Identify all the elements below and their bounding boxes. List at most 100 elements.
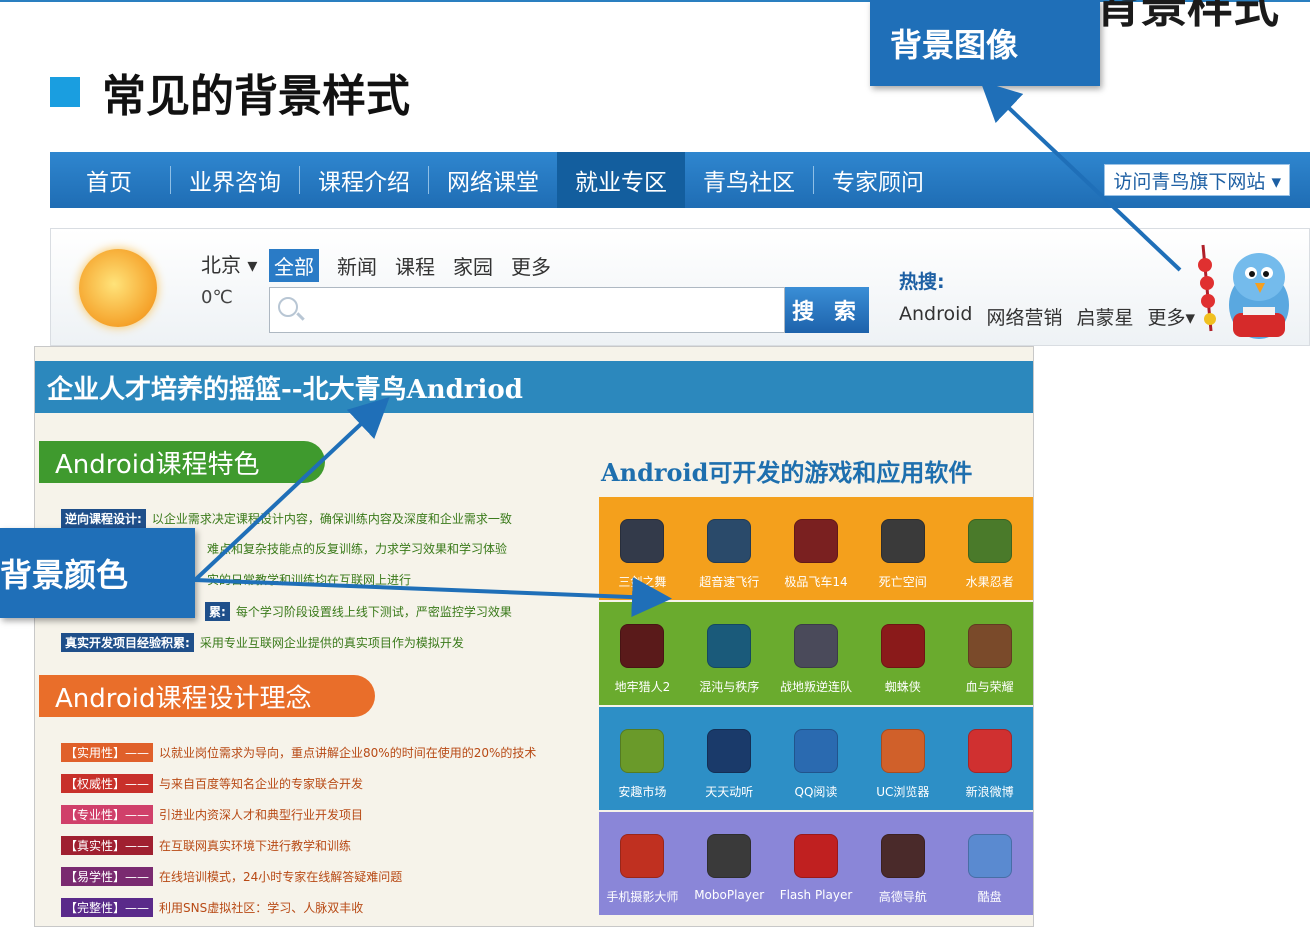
search-tab-news[interactable]: 新闻: [337, 251, 377, 280]
app-name: UC浏览器: [876, 785, 930, 799]
idea-text: 在互联网真实环境下进行教学和训练: [159, 839, 352, 853]
search-input[interactable]: [269, 287, 785, 333]
app-tile[interactable]: 地牢猎人2: [599, 602, 686, 705]
app-icon: [967, 624, 1012, 668]
nav-item-experts[interactable]: 专家顾问: [814, 152, 942, 208]
nav-item-label: 就业专区: [575, 170, 667, 196]
nav-item-employment[interactable]: 就业专区: [557, 152, 685, 208]
idea-text: 以就业岗位需求为导向，重点讲解企业80%的时间在使用的20%的技术: [159, 746, 537, 760]
callout-background-color: 背景颜色: [0, 528, 195, 618]
app-name: 手机摄影大师: [606, 890, 679, 904]
search-button[interactable]: 搜 索: [785, 287, 869, 333]
search-tab-more[interactable]: 更多: [511, 251, 551, 280]
hot-link[interactable]: 启蒙星: [1076, 303, 1133, 330]
app-name: 死亡空间: [878, 575, 927, 589]
nav-item-label: 网络课堂: [447, 170, 539, 196]
idea-text: 引进业内资深人才和典型行业开发项目: [159, 808, 364, 822]
app-name: 血与荣耀: [965, 680, 1014, 694]
app-tile[interactable]: 死亡空间: [859, 497, 946, 600]
app-icon: [707, 834, 752, 878]
temperature: 0℃: [201, 287, 233, 308]
features-heading: Android课程特色: [39, 441, 325, 483]
sun-weather-icon: [79, 249, 157, 327]
app-row: 手机摄影大师 MoboPlayer Flash Player 高德导航 酷盘: [599, 812, 1033, 915]
apps-title: Android可开发的游戏和应用软件: [601, 458, 973, 487]
app-tile[interactable]: 水果忍者: [946, 497, 1033, 600]
app-tile[interactable]: Flash Player: [773, 812, 860, 915]
app-tile[interactable]: 新浪微博: [946, 707, 1033, 810]
corner-title: 背景样式: [1095, 0, 1279, 33]
app-name: 蜘蛛侠: [884, 680, 921, 694]
nav-item-industry[interactable]: 业界咨询: [171, 152, 299, 208]
app-icon: [620, 519, 665, 563]
app-tile[interactable]: 战地叛逆连队: [773, 602, 860, 705]
feature-label: 累:: [205, 602, 230, 621]
feature-item: 难点和复杂技能点的反复训练，力求学习效果和学习体验: [207, 540, 507, 557]
app-tile[interactable]: 混沌与秩序: [686, 602, 773, 705]
idea-label: 【实用性】——: [61, 743, 154, 762]
nav-item-courses[interactable]: 课程介绍: [300, 152, 428, 208]
nav-item-online-class[interactable]: 网络课堂: [429, 152, 557, 208]
app-name: Flash Player: [779, 888, 853, 902]
app-icon: [620, 834, 665, 878]
app-name: MoboPlayer: [694, 888, 765, 902]
idea-item: 【权威性】—— 与来自百度等知名企业的专家联合开发: [61, 774, 363, 793]
app-tile[interactable]: 蜘蛛侠: [859, 602, 946, 705]
app-name: 超音速飞行: [699, 575, 760, 589]
feature-item: 逆向课程设计: 以企业需求决定课程设计内容，确保训练内容及深度和企业需求一致: [61, 509, 512, 528]
app-name: 三剑之舞: [618, 575, 667, 589]
apps-grid: 三剑之舞 超音速飞行 极品飞车14 死亡空间 水果忍者地牢猎人2 混沌与秩序 战地叛逆连队 蜘…: [599, 497, 1033, 917]
hot-search-label: 热搜:: [899, 271, 945, 293]
visit-sites-dropdown[interactable]: 访问青鸟旗下网站 ▾: [1104, 164, 1290, 196]
app-tile[interactable]: MoboPlayer: [686, 812, 773, 915]
hot-link[interactable]: 网络营销: [986, 303, 1062, 330]
feature-item: 真实开发项目经验积累: 采用专业互联网企业提供的真实项目作为模拟开发: [61, 633, 464, 652]
nav-item-label: 青鸟社区: [703, 170, 795, 196]
feature-text: 以企业需求决定课程设计内容，确保训练内容及深度和企业需求一致: [151, 512, 512, 526]
feature-text: 实的日常教学和训练均在互联网上进行: [207, 573, 412, 587]
app-tile[interactable]: 超音速飞行: [686, 497, 773, 600]
app-name: 水果忍者: [965, 575, 1014, 589]
app-tile[interactable]: 三剑之舞: [599, 497, 686, 600]
feature-item: 累: 每个学习阶段设置线上线下测试，严密监控学习效果: [205, 602, 512, 621]
feature-text: 难点和复杂技能点的反复训练，力求学习效果和学习体验: [207, 542, 508, 556]
idea-text: 在线培训模式，24小时专家在线解答疑难问题: [159, 870, 403, 884]
nav-item-home[interactable]: 首页: [50, 152, 170, 208]
app-tile[interactable]: QQ阅读: [773, 707, 860, 810]
app-tile[interactable]: 高德导航: [859, 812, 946, 915]
app-icon: [880, 519, 925, 563]
app-tile[interactable]: 天天动听: [686, 707, 773, 810]
app-name: 地牢猎人2: [614, 680, 671, 694]
city-selector[interactable]: 北京 ▾: [201, 249, 257, 278]
search-tab-courses[interactable]: 课程: [395, 251, 435, 280]
app-icon: [880, 624, 925, 668]
feature-label: 逆向课程设计:: [61, 509, 146, 528]
app-tile[interactable]: 血与荣耀: [946, 602, 1033, 705]
app-icon: [793, 519, 838, 563]
search-icon: [278, 297, 298, 317]
app-icon: [620, 729, 665, 773]
app-icon: [707, 519, 752, 563]
app-name: 战地叛逆连队: [779, 680, 852, 694]
app-tile[interactable]: 极品飞车14: [773, 497, 860, 600]
app-icon: [793, 624, 838, 668]
app-row: 三剑之舞 超音速飞行 极品飞车14 死亡空间 水果忍者: [599, 497, 1033, 600]
idea-item: 【易学性】—— 在线培训模式，24小时专家在线解答疑难问题: [61, 867, 402, 886]
nav-item-label: 首页: [86, 170, 132, 196]
search-tab-all[interactable]: 全部: [269, 249, 319, 282]
app-name: 酷盘: [977, 890, 1002, 904]
nav-item-label: 课程介绍: [318, 170, 410, 196]
app-row: 安趣市场 天天动听 QQ阅读 UC浏览器 新浪微博: [599, 707, 1033, 810]
app-icon: [880, 834, 925, 878]
app-tile[interactable]: 手机摄影大师: [599, 812, 686, 915]
slide-heading-text: 常见的背景样式: [102, 71, 410, 122]
ideas-heading: Android课程设计理念: [39, 675, 375, 717]
app-tile[interactable]: 酷盘: [946, 812, 1033, 915]
app-tile[interactable]: UC浏览器: [859, 707, 946, 810]
app-icon: [880, 729, 925, 773]
nav-item-community[interactable]: 青鸟社区: [685, 152, 813, 208]
hot-link[interactable]: Android: [899, 303, 972, 330]
search-tab-home[interactable]: 家园: [453, 251, 493, 280]
feature-text: 采用专业互联网企业提供的真实项目作为模拟开发: [199, 636, 464, 650]
app-tile[interactable]: 安趣市场: [599, 707, 686, 810]
